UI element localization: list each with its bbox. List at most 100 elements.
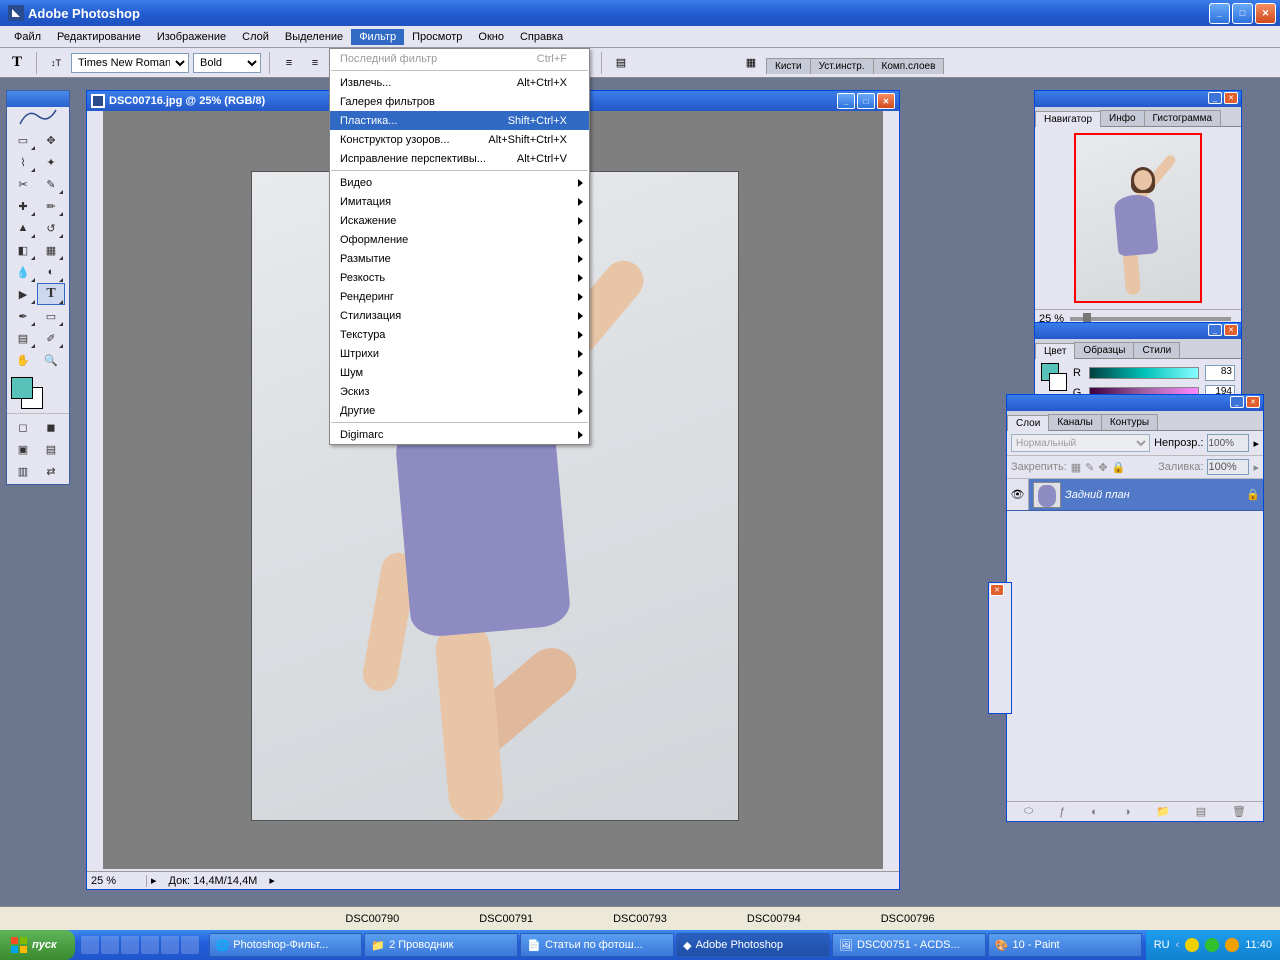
palette-minimize-button[interactable]: _: [1208, 92, 1222, 104]
screenmode-full-menubar-icon[interactable]: ▤: [37, 438, 65, 460]
ql-icon[interactable]: [161, 936, 179, 954]
layer-visibility-icon[interactable]: 👁: [1007, 479, 1029, 510]
taskbar-task[interactable]: 🖼 DSC00751 - ACDS...: [832, 933, 986, 957]
navigator-zoom-slider[interactable]: [1070, 317, 1231, 321]
workspace-icon[interactable]: ▦: [740, 52, 762, 74]
preset-tab-toolpresets[interactable]: Уст.инстр.: [810, 58, 874, 74]
opacity-field[interactable]: [1207, 434, 1249, 452]
file-tab[interactable]: DSC00791: [479, 913, 533, 925]
delete-layer-icon[interactable]: 🗑: [1232, 805, 1246, 818]
window-minimize-button[interactable]: _: [1209, 3, 1230, 24]
toolbox-titlebar[interactable]: [7, 91, 69, 107]
filter-menu-item[interactable]: Эскиз: [330, 382, 589, 401]
clock[interactable]: 11:40: [1245, 939, 1272, 951]
window-maximize-button[interactable]: □: [1232, 3, 1253, 24]
link-layers-icon[interactable]: ⬭: [1024, 805, 1033, 818]
taskbar-task[interactable]: 🎨 10 - Paint: [988, 933, 1142, 957]
notes-tool[interactable]: ▤: [9, 327, 37, 349]
filter-menu-item[interactable]: Текстура: [330, 325, 589, 344]
foreground-color-swatch[interactable]: [11, 377, 33, 399]
filter-menu-item[interactable]: Стилизация: [330, 306, 589, 325]
navigator-tab[interactable]: Навигатор: [1035, 111, 1101, 127]
palette-minimize-button[interactable]: _: [1230, 396, 1244, 408]
filter-menu-item[interactable]: Оформление: [330, 230, 589, 249]
filter-menu-item[interactable]: Digimarc: [330, 425, 589, 444]
filter-menu-item[interactable]: Конструктор узоров...Alt+Shift+Ctrl+X: [330, 130, 589, 149]
filter-menu-item[interactable]: Галерея фильтров: [330, 92, 589, 111]
menu-window[interactable]: Окно: [470, 29, 512, 45]
adjustment-layer-icon[interactable]: ◑: [1124, 806, 1131, 818]
preset-tab-layercomps[interactable]: Комп.слоев: [873, 58, 945, 74]
lock-transparency-icon[interactable]: ▦: [1071, 461, 1081, 474]
mini-close-button[interactable]: ✕: [990, 584, 1004, 596]
info-tab[interactable]: Инфо: [1100, 110, 1145, 126]
lock-position-icon[interactable]: ✥: [1098, 461, 1107, 474]
type-tool-icon[interactable]: T: [6, 52, 28, 74]
palette-close-button[interactable]: ✕: [1224, 92, 1238, 104]
filter-menu-item[interactable]: Имитация: [330, 192, 589, 211]
blur-tool[interactable]: 💧: [9, 261, 37, 283]
menu-select[interactable]: Выделение: [277, 29, 351, 45]
filter-menu-item[interactable]: Штрихи: [330, 344, 589, 363]
ql-icon[interactable]: [101, 936, 119, 954]
document-close-button[interactable]: ✕: [877, 93, 895, 109]
document-minimize-button[interactable]: _: [837, 93, 855, 109]
clone-stamp-tool[interactable]: ▲: [9, 217, 37, 239]
menu-file[interactable]: Файл: [6, 29, 49, 45]
lasso-tool[interactable]: ⌇: [9, 151, 37, 173]
move-tool[interactable]: ✥: [37, 129, 65, 151]
shape-tool[interactable]: ▭: [37, 305, 65, 327]
screenmode-standard-icon[interactable]: ▣: [9, 438, 37, 460]
lock-pixels-icon[interactable]: ✎: [1085, 461, 1094, 474]
ql-icon[interactable]: [181, 936, 199, 954]
screenmode-full-icon[interactable]: ▥: [9, 460, 37, 482]
dodge-tool[interactable]: ◐: [37, 261, 65, 283]
filter-menu-item[interactable]: Пластика...Shift+Ctrl+X: [330, 111, 589, 130]
tray-icon[interactable]: [1185, 938, 1199, 952]
magic-wand-tool[interactable]: ✦: [37, 151, 65, 173]
filter-menu-item[interactable]: Шум: [330, 363, 589, 382]
ql-icon[interactable]: [141, 936, 159, 954]
paths-tab[interactable]: Контуры: [1101, 414, 1158, 430]
layer-style-icon[interactable]: ƒ: [1059, 806, 1065, 818]
menu-image[interactable]: Изображение: [149, 29, 234, 45]
font-family-combo[interactable]: Times New Roman: [71, 53, 189, 73]
document-maximize-button[interactable]: □: [857, 93, 875, 109]
file-tab[interactable]: DSC00796: [881, 913, 935, 925]
history-brush-tool[interactable]: ↺: [37, 217, 65, 239]
layer-row[interactable]: 👁 Задний план 🔒: [1007, 479, 1263, 511]
font-weight-combo[interactable]: Bold: [193, 53, 261, 73]
filter-menu-item[interactable]: Искажение: [330, 211, 589, 230]
file-tab[interactable]: DSC00794: [747, 913, 801, 925]
palette-minimize-button[interactable]: _: [1208, 324, 1222, 336]
r-slider[interactable]: [1089, 367, 1199, 379]
layer-name[interactable]: Задний план: [1065, 489, 1243, 501]
language-indicator[interactable]: RU: [1154, 939, 1170, 951]
imageready-icon[interactable]: ⇄: [37, 460, 65, 482]
text-align-left-icon[interactable]: ≡: [278, 52, 300, 74]
text-align-center-icon[interactable]: ≡: [304, 52, 326, 74]
layer-mask-icon[interactable]: ◐: [1091, 806, 1098, 818]
color-bg-swatch[interactable]: [1049, 373, 1067, 391]
layers-tab[interactable]: Слои: [1007, 415, 1049, 431]
swatches-tab[interactable]: Образцы: [1074, 342, 1134, 358]
text-orientation-icon[interactable]: ↕T: [45, 52, 67, 74]
filter-menu-item[interactable]: Другие: [330, 401, 589, 420]
r-value[interactable]: 83: [1205, 365, 1235, 381]
channels-tab[interactable]: Каналы: [1048, 414, 1102, 430]
tray-icon[interactable]: [1205, 938, 1219, 952]
new-layer-icon[interactable]: ▤: [1196, 805, 1206, 818]
zoom-tool[interactable]: 🔍: [37, 349, 65, 371]
file-tab[interactable]: DSC00790: [345, 913, 399, 925]
type-tool[interactable]: T: [37, 283, 65, 305]
document-zoom-field[interactable]: 25 %: [87, 875, 147, 887]
ql-icon[interactable]: [121, 936, 139, 954]
fill-field[interactable]: [1207, 459, 1249, 475]
eyedropper-tool[interactable]: ✐: [37, 327, 65, 349]
taskbar-task[interactable]: 🌐 Photoshop-Фильт...: [209, 933, 363, 957]
brush-tool[interactable]: ✏: [37, 195, 65, 217]
menu-layer[interactable]: Слой: [234, 29, 277, 45]
pen-tool[interactable]: ✒: [9, 305, 37, 327]
lock-all-icon[interactable]: 🔒: [1112, 461, 1126, 474]
marquee-tool[interactable]: ▭: [9, 129, 37, 151]
